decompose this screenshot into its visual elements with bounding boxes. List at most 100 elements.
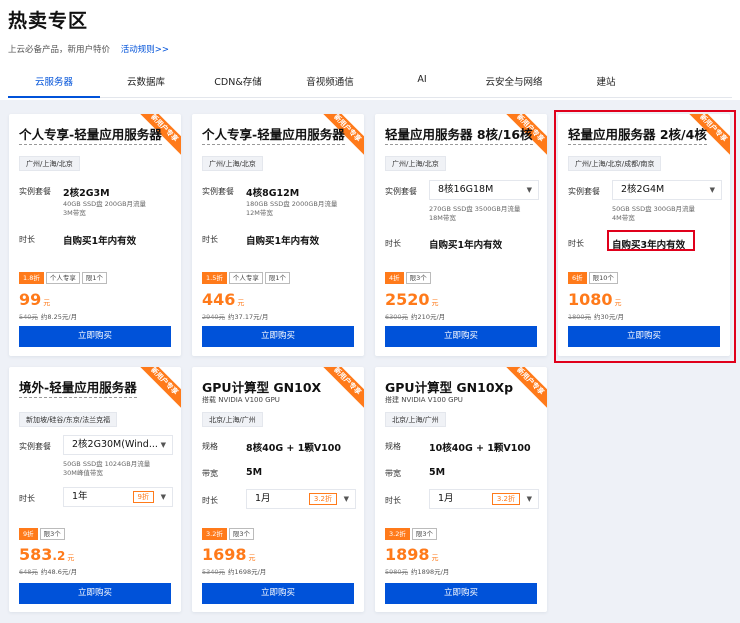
product-card: 新用户专享 境外-轻量应用服务器 新加坡/硅谷/东京/法兰克福 实例套餐 2核2… bbox=[9, 367, 181, 612]
limit-badge: 限1个 bbox=[81, 272, 107, 284]
limit-badge: 限3个 bbox=[39, 528, 65, 540]
plan-label: 实例套餐 bbox=[202, 187, 234, 196]
region-tag[interactable]: 广州/上海/北京 bbox=[202, 156, 263, 171]
plan-desc: 180GB SSD盘 2000GB月流量 12M带宽 bbox=[246, 200, 338, 217]
subtitle-text: 上云必备产品，新用户特价 bbox=[8, 45, 111, 55]
price: 1898 元 bbox=[385, 545, 439, 564]
tab-cdn-storage[interactable]: CDN&存储 bbox=[192, 70, 284, 97]
discount-badge: 4折 bbox=[385, 272, 404, 284]
chevron-down-icon: ▼ bbox=[709, 186, 715, 194]
duration-value: 自购买1年内有效 bbox=[63, 236, 137, 247]
badges: 6折 限10个 bbox=[568, 272, 618, 284]
plan-select[interactable]: 8核16G18M ▼ bbox=[429, 180, 539, 200]
plan-select[interactable]: 2核2G30M(Wind... ▼ bbox=[63, 435, 173, 455]
product-card: 新用户专享 GPU计算型 GN10X 搭载 NVIDIA V100 GPU 北京… bbox=[192, 367, 364, 612]
buy-button[interactable]: 立即购买 bbox=[202, 326, 354, 347]
original-price: 2940元 约37.17元/月 bbox=[202, 313, 269, 321]
tag-badge: 个人专享 bbox=[228, 272, 263, 284]
badges: 3.2折 限3个 bbox=[385, 528, 437, 540]
region-tag[interactable]: 广州/上海/北京 bbox=[385, 156, 446, 171]
duration-select[interactable]: 1月 3.2折 ▼ bbox=[429, 489, 539, 509]
duration-select[interactable]: 1月 3.2折 ▼ bbox=[246, 489, 356, 509]
card-subtitle: 搭建 NVIDIA V100 GPU bbox=[385, 396, 463, 404]
original-price: 648元 约48.6元/月 bbox=[19, 568, 78, 576]
limit-badge: 限3个 bbox=[411, 528, 437, 540]
card-title: 轻量应用服务器 8核/16核 bbox=[385, 124, 533, 145]
product-card: 新用户专享 轻量应用服务器 8核/16核 广州/上海/北京 实例套餐 8核16G… bbox=[375, 114, 547, 356]
buy-button[interactable]: 立即购买 bbox=[385, 326, 537, 347]
region-tag[interactable]: 新加坡/硅谷/东京/法兰克福 bbox=[19, 412, 118, 427]
chevron-down-icon: ▼ bbox=[526, 495, 532, 503]
price: 583.2 元 bbox=[19, 545, 75, 564]
spec-label: 规格 bbox=[385, 442, 401, 451]
chevron-down-icon: ▼ bbox=[526, 186, 532, 194]
buy-button[interactable]: 立即购买 bbox=[385, 583, 537, 604]
region-tag[interactable]: 北京/上海/广州 bbox=[202, 412, 263, 427]
bandwidth-value: 5M bbox=[429, 467, 446, 478]
price: 1698 元 bbox=[202, 545, 256, 564]
discount-badge: 9折 bbox=[19, 528, 38, 540]
limit-badge: 限3个 bbox=[228, 528, 254, 540]
tab-cloud-database[interactable]: 云数据库 bbox=[100, 70, 192, 97]
buy-button[interactable]: 立即购买 bbox=[19, 326, 171, 347]
plan-select[interactable]: 2核2G4M ▼ bbox=[612, 180, 722, 200]
discount-badge: 6折 bbox=[568, 272, 587, 284]
card-title: 轻量应用服务器 2核/4核 bbox=[568, 124, 707, 145]
spec-value: 10核40G + 1颗V100 bbox=[429, 443, 531, 454]
plan-label: 实例套餐 bbox=[385, 187, 417, 196]
duration-select[interactable]: 1年 9折 ▼ bbox=[63, 487, 173, 507]
tab-cloud-server[interactable]: 云服务器 bbox=[8, 70, 100, 98]
tab-security-network[interactable]: 云安全与网络 bbox=[468, 70, 560, 97]
plan-label: 实例套餐 bbox=[19, 187, 51, 196]
original-price: 6300元 约210元/月 bbox=[385, 313, 446, 321]
region-tag[interactable]: 北京/上海/广州 bbox=[385, 412, 446, 427]
product-card: 新用户专享 轻量应用服务器 2核/4核 广州/上海/北京/成都/南京 实例套餐 … bbox=[558, 114, 730, 356]
plan-desc: 50GB SSD盘 300GB月流量 4M带宽 bbox=[612, 205, 696, 222]
badges: 9折 限3个 bbox=[19, 528, 65, 540]
card-subtitle: 搭载 NVIDIA V100 GPU bbox=[202, 396, 280, 404]
tab-av-communication[interactable]: 音视频通信 bbox=[284, 70, 376, 97]
original-price: 5340元 约1698元/月 bbox=[202, 568, 267, 576]
buy-button[interactable]: 立即购买 bbox=[202, 583, 354, 604]
tab-website[interactable]: 建站 bbox=[560, 70, 652, 97]
limit-badge: 限10个 bbox=[588, 272, 618, 284]
card-title: GPU计算型 GN10X bbox=[202, 380, 322, 395]
discount-badge: 3.2折 bbox=[385, 528, 410, 540]
plan-label: 实例套餐 bbox=[19, 442, 51, 451]
price: 446 元 bbox=[202, 290, 245, 309]
subtitle: 上云必备产品，新用户特价 活动规则>> bbox=[8, 43, 732, 55]
new-user-ribbon: 新用户专享 bbox=[316, 367, 364, 415]
price: 2520 元 bbox=[385, 290, 439, 309]
buy-button[interactable]: 立即购买 bbox=[19, 583, 171, 604]
plan-desc: 40GB SSD盘 200GB月流量 3M带宽 bbox=[63, 200, 147, 217]
rules-link[interactable]: 活动规则>> bbox=[121, 45, 169, 55]
product-card: 新用户专享 GPU计算型 GN10Xp 搭建 NVIDIA V100 GPU 北… bbox=[375, 367, 547, 612]
region-tag[interactable]: 广州/上海/北京/成都/南京 bbox=[568, 156, 662, 171]
spec-value: 8核40G + 1颗V100 bbox=[246, 443, 341, 454]
limit-badge: 限3个 bbox=[405, 272, 431, 284]
duration-label: 时长 bbox=[19, 235, 35, 244]
price: 99 元 bbox=[19, 290, 51, 309]
badges: 1.5折 个人专享 限1个 bbox=[202, 272, 290, 284]
original-price: 1800元 约30元/月 bbox=[568, 313, 625, 321]
badges: 4折 限3个 bbox=[385, 272, 431, 284]
duration-label: 时长 bbox=[385, 239, 401, 248]
duration-label: 时长 bbox=[568, 239, 584, 248]
buy-button[interactable]: 立即购买 bbox=[568, 326, 720, 347]
card-title: GPU计算型 GN10Xp bbox=[385, 380, 514, 395]
duration-discount: 3.2折 bbox=[308, 493, 337, 505]
region-tag[interactable]: 广州/上海/北京 bbox=[19, 156, 80, 171]
header: 热卖专区 上云必备产品，新用户特价 活动规则>> 云服务器 云数据库 CDN&存… bbox=[0, 0, 740, 100]
tab-ai[interactable]: AI bbox=[376, 70, 468, 97]
duration-label: 时长 bbox=[385, 496, 401, 505]
original-price: 5980元 约1898元/月 bbox=[385, 568, 450, 576]
category-tabs: 云服务器 云数据库 CDN&存储 音视频通信 AI 云安全与网络 建站 bbox=[8, 70, 732, 98]
plan-desc: 50GB SSD盘 1024GB月流量 30M峰值带宽 bbox=[63, 460, 151, 477]
discount-badge: 3.2折 bbox=[202, 528, 227, 540]
card-title: 个人专享-轻量应用服务器 bbox=[202, 124, 345, 145]
duration-label: 时长 bbox=[202, 235, 218, 244]
badges: 3.2折 限3个 bbox=[202, 528, 254, 540]
product-card: 新用户专享 个人专享-轻量应用服务器 广州/上海/北京 实例套餐 2核2G3M … bbox=[9, 114, 181, 356]
card-title: 个人专享-轻量应用服务器 bbox=[19, 124, 162, 145]
spec-label: 规格 bbox=[202, 442, 218, 451]
